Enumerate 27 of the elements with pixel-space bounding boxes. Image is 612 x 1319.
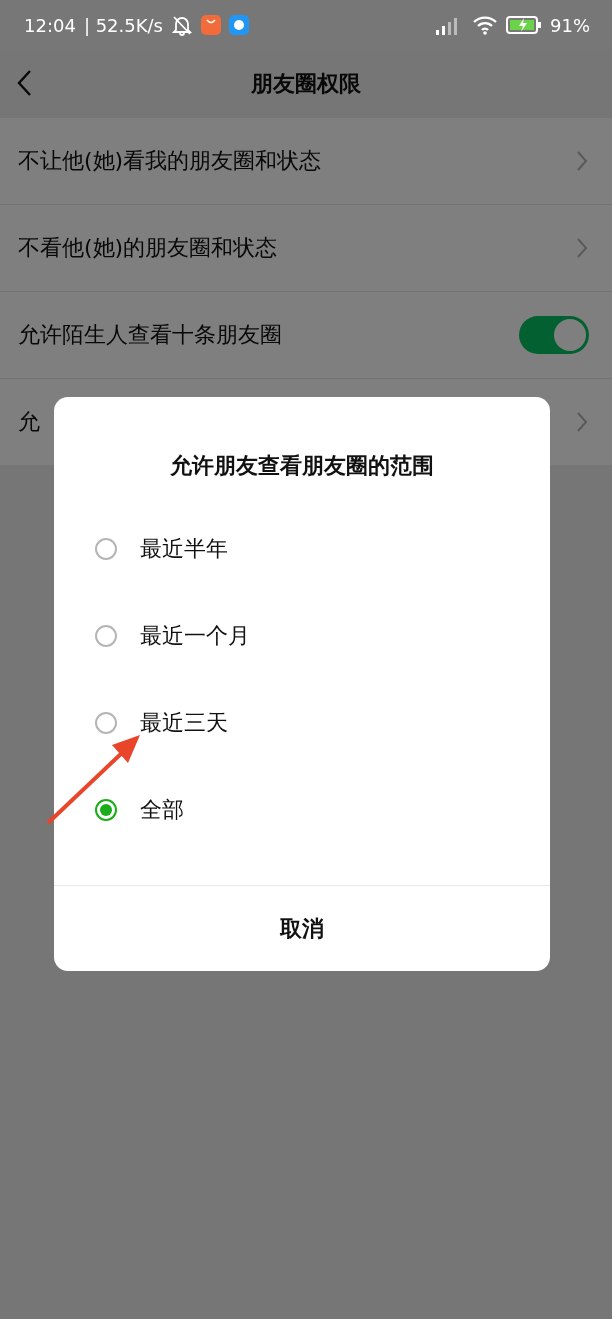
radio-button[interactable] — [95, 798, 117, 821]
battery-percent: 91% — [550, 14, 590, 36]
bell-off-icon — [171, 14, 193, 36]
chevron-left-icon — [16, 68, 32, 97]
network-speed: | 52.5K/s — [83, 14, 163, 36]
battery-charging-icon — [506, 15, 542, 35]
app-icon — [201, 15, 221, 35]
option-label[interactable]: 最近一个月 — [140, 620, 250, 651]
radio-button[interactable] — [95, 537, 117, 560]
toggle-switch[interactable] — [519, 316, 589, 354]
option-label[interactable]: 最近半年 — [140, 533, 228, 564]
app-icon — [229, 15, 249, 35]
option-label[interactable]: 最近三天 — [140, 707, 228, 738]
setting-label[interactable]: 不让他(她)看我的朋友圈和状态 — [18, 146, 576, 176]
setting-label[interactable]: 不看他(她)的朋友圈和状态 — [18, 233, 576, 263]
chevron-icon — [576, 150, 588, 172]
radio-button[interactable] — [95, 624, 117, 647]
chevron-icon — [576, 411, 588, 433]
page-title: 朋友圈权限 — [251, 70, 361, 98]
dialog-title: 允许朋友查看朋友圈的范围 — [169, 452, 435, 480]
radio-button[interactable] — [95, 711, 117, 734]
setting-label[interactable]: 允许陌生人查看十条朋友圈 — [18, 320, 519, 350]
wifi-icon — [472, 14, 498, 36]
chevron-icon — [576, 237, 588, 259]
cancel-button[interactable]: 取消 — [54, 885, 550, 971]
option-label[interactable]: 全部 — [140, 794, 184, 825]
status-time: 12:04 — [24, 14, 76, 36]
